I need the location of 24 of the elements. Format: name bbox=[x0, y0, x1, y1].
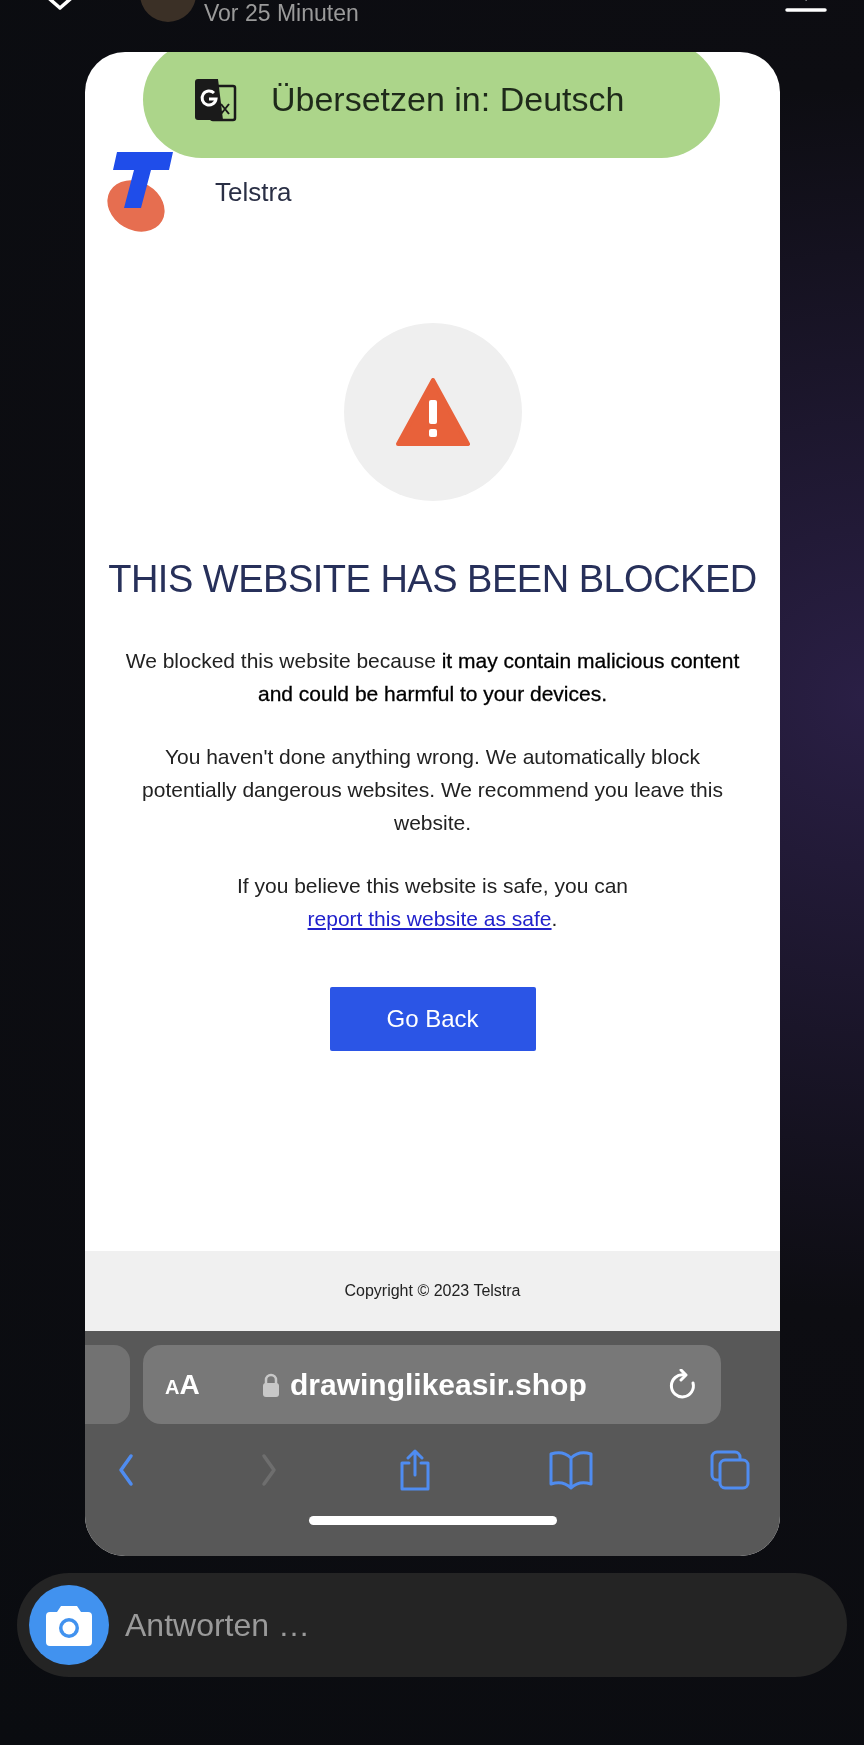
translate-banner[interactable]: Übersetzen in: Deutsch bbox=[143, 52, 720, 158]
go-back-button[interactable]: Go Back bbox=[329, 987, 536, 1051]
camera-icon bbox=[45, 1603, 93, 1647]
paragraph: We blocked this website because it may contain malicious content and could be harmful to your devices. bbox=[124, 648, 741, 707]
book-icon[interactable] bbox=[549, 1450, 594, 1490]
warning-icon bbox=[395, 378, 470, 446]
post-time: Vor 25 Minuten bbox=[204, 0, 359, 28]
tabs-icon[interactable] bbox=[710, 1450, 750, 1490]
url-text: drawinglikeasir.shop bbox=[289, 1367, 587, 1403]
paragraph: If you believe this website is safe, you can report this website as safe. bbox=[235, 873, 629, 932]
reply-field[interactable]: Antworten … bbox=[125, 1601, 847, 1649]
lock-icon bbox=[261, 1372, 280, 1397]
brand-name: Telstra bbox=[215, 175, 292, 209]
translate-icon bbox=[193, 77, 237, 122]
address-bar[interactable]: AA drawinglikeasir.shop bbox=[143, 1345, 721, 1424]
paragraph: You haven't done anything wrong. We automatically block potentially dangerous websites. We recommend you leave this website. bbox=[141, 744, 724, 836]
reply-bar[interactable]: Antworten … bbox=[17, 1573, 847, 1677]
heading: THIS WEBSITE HAS BEEN BLOCKED bbox=[107, 557, 758, 602]
text-size-button[interactable]: AA bbox=[165, 1363, 200, 1406]
camera-button[interactable] bbox=[29, 1585, 109, 1665]
report-link[interactable]: report this website as safe bbox=[307, 907, 552, 930]
previous-tab[interactable] bbox=[85, 1345, 130, 1424]
banner-text: Übersetzen in: Deutsch bbox=[271, 79, 625, 120]
copyright: Copyright © 2023 Telstra bbox=[344, 1281, 521, 1301]
